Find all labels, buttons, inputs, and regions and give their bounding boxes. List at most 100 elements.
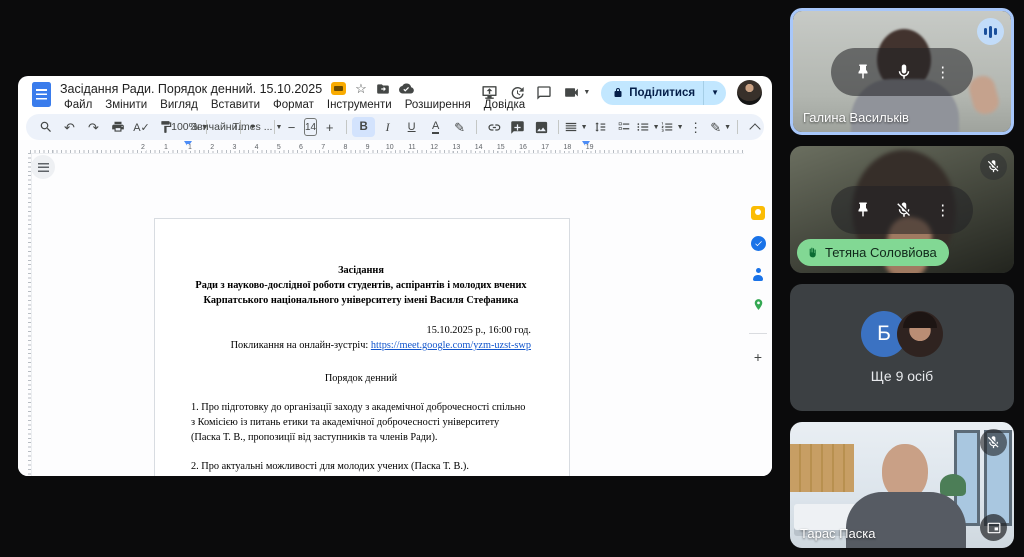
editing-mode-button[interactable]: ✎ ▼ bbox=[709, 117, 732, 137]
menu-file[interactable]: Файл bbox=[58, 98, 98, 112]
document-canvas: 2112345678910111213141516171819 Засіданн… bbox=[18, 140, 772, 476]
more-toolbar-options-button[interactable]: ⋮ bbox=[684, 117, 707, 137]
menu-extensions[interactable]: Розширення bbox=[399, 98, 477, 112]
increase-font-size-button[interactable]: + bbox=[318, 117, 341, 137]
meet-link[interactable]: https://meet.google.com/yzm-uzst-swp bbox=[371, 340, 531, 351]
overflow-content: Б Ще 9 осіб bbox=[790, 284, 1014, 411]
link-icon bbox=[486, 120, 501, 135]
menu-edit[interactable]: Змінити bbox=[99, 98, 153, 112]
comments-icon[interactable] bbox=[536, 85, 552, 101]
font-select[interactable]: Times ...▼ bbox=[246, 117, 269, 137]
numbered-list-button[interactable]: ▼ bbox=[660, 117, 683, 137]
decrease-font-size-button[interactable]: − bbox=[280, 117, 303, 137]
cloud-status-icon[interactable] bbox=[399, 81, 414, 96]
toolbar-divider bbox=[346, 120, 347, 134]
share-button[interactable]: Поділитися ▼ bbox=[601, 81, 726, 105]
more-options-icon[interactable]: ⋮ bbox=[935, 63, 950, 81]
hand-raised-badge: Тетяна Соловйова bbox=[797, 239, 949, 266]
undo-button[interactable]: ↶ bbox=[58, 117, 81, 137]
ruler-number: 8 bbox=[342, 144, 348, 151]
speaking-indicator-icon bbox=[977, 18, 1004, 45]
bulleted-list-button[interactable]: ▼ bbox=[636, 117, 659, 137]
comment-add-icon bbox=[510, 120, 525, 135]
meet-camera-button[interactable]: ▼ bbox=[563, 84, 590, 101]
mic-off-icon[interactable] bbox=[895, 201, 913, 219]
ruler-number: 15 bbox=[496, 144, 506, 151]
shared-folder-icon[interactable] bbox=[331, 82, 346, 95]
lock-icon bbox=[612, 87, 624, 99]
menu-view[interactable]: Вигляд bbox=[154, 98, 204, 112]
maps-icon[interactable] bbox=[752, 297, 765, 317]
participant-tile-taras[interactable]: Тарас Паска bbox=[790, 422, 1014, 548]
ruler-number: 4 bbox=[254, 144, 260, 151]
participant-tile-tetiana[interactable]: ⋮ Тетяна Соловйова bbox=[790, 146, 1014, 273]
ruler-number: 11 bbox=[407, 144, 416, 151]
checklist-button[interactable] bbox=[612, 117, 635, 137]
hide-menus-button[interactable] bbox=[743, 117, 766, 137]
pin-icon[interactable] bbox=[854, 201, 872, 219]
document-title[interactable]: Засідання Ради. Порядок денний. 15.10.20… bbox=[60, 82, 322, 96]
tasks-icon[interactable] bbox=[751, 236, 766, 251]
italic-button[interactable]: I bbox=[376, 117, 399, 137]
insert-link-button[interactable] bbox=[482, 117, 505, 137]
participant-tile-halyna[interactable]: ⋮ Галина Васильків bbox=[790, 8, 1014, 135]
bold-button[interactable]: B bbox=[352, 117, 375, 137]
font-size-field[interactable]: 14 bbox=[304, 118, 317, 136]
share-dropdown-caret[interactable]: ▼ bbox=[704, 88, 726, 97]
avatar-photo bbox=[897, 311, 943, 357]
version-history-icon[interactable] bbox=[509, 85, 525, 101]
ruler-number: 18 bbox=[562, 144, 572, 151]
print-icon bbox=[111, 120, 125, 134]
line-spacing-button[interactable] bbox=[588, 117, 611, 137]
insert-image-button[interactable] bbox=[530, 117, 553, 137]
ruler-number: 16 bbox=[518, 144, 528, 151]
menu-insert[interactable]: Вставити bbox=[205, 98, 266, 112]
move-folder-icon[interactable] bbox=[376, 82, 390, 96]
print-button[interactable] bbox=[106, 117, 129, 137]
more-options-icon[interactable]: ⋮ bbox=[935, 201, 950, 219]
horizontal-ruler: 2112345678910111213141516171819 bbox=[30, 140, 744, 154]
keep-icon[interactable] bbox=[751, 206, 765, 220]
ruler-number: 19 bbox=[585, 144, 595, 151]
document-page[interactable]: Засідання Ради з науково-дослідної робот… bbox=[154, 218, 570, 476]
ruler-number: 10 bbox=[385, 144, 395, 151]
present-to-meeting-icon[interactable] bbox=[481, 84, 498, 101]
tile-hover-controls: ⋮ bbox=[831, 48, 973, 96]
agenda-heading: Порядок денний bbox=[191, 371, 531, 386]
pin-icon[interactable] bbox=[854, 63, 872, 81]
highlight-color-button[interactable]: ✎ bbox=[448, 117, 471, 137]
toolbar-divider bbox=[737, 120, 738, 134]
underline-button[interactable]: U bbox=[400, 117, 423, 137]
ruler-number: 1 bbox=[187, 144, 193, 151]
redo-button[interactable]: ↷ bbox=[82, 117, 105, 137]
get-add-ons-button[interactable]: + bbox=[754, 350, 762, 364]
paragraph-styles-select[interactable]: Звичайни...▼ bbox=[212, 117, 235, 137]
text-color-button[interactable]: A bbox=[432, 120, 439, 134]
show-outline-button[interactable] bbox=[31, 155, 55, 179]
search-menus-button[interactable] bbox=[34, 117, 57, 137]
contacts-icon[interactable] bbox=[751, 267, 765, 281]
ruler-number: 5 bbox=[276, 144, 282, 151]
spellcheck-button[interactable]: A✓ bbox=[130, 117, 153, 137]
search-icon bbox=[39, 120, 53, 134]
image-icon bbox=[534, 120, 549, 135]
participant-name: Галина Васильків bbox=[803, 110, 909, 125]
account-avatar[interactable] bbox=[737, 80, 762, 105]
ruler-number: 12 bbox=[429, 144, 439, 151]
tile-hover-controls: ⋮ bbox=[831, 186, 973, 234]
ruler-number: 14 bbox=[474, 144, 484, 151]
menu-tools[interactable]: Інструменти bbox=[321, 98, 398, 112]
outline-icon bbox=[38, 163, 49, 172]
text-align-button[interactable]: ▼ bbox=[564, 117, 587, 137]
numbered-list-icon bbox=[660, 120, 674, 134]
picture-in-picture-button[interactable] bbox=[980, 514, 1007, 541]
menu-format[interactable]: Формат bbox=[267, 98, 320, 112]
add-comment-button[interactable] bbox=[506, 117, 529, 137]
participant-strip: ⋮ Галина Васильків ⋮ Тетяна Соловйова bbox=[790, 0, 1014, 557]
header-actions: ▼ Поділитися ▼ bbox=[481, 80, 762, 105]
mic-icon[interactable] bbox=[895, 63, 913, 81]
star-icon[interactable]: ☆ bbox=[355, 82, 367, 95]
agenda-item-1: 1. Про підготовку до організації заходу … bbox=[191, 400, 531, 445]
chevron-down-icon: ▼ bbox=[583, 89, 590, 96]
participant-tile-overflow[interactable]: Б Ще 9 осіб bbox=[790, 284, 1014, 411]
